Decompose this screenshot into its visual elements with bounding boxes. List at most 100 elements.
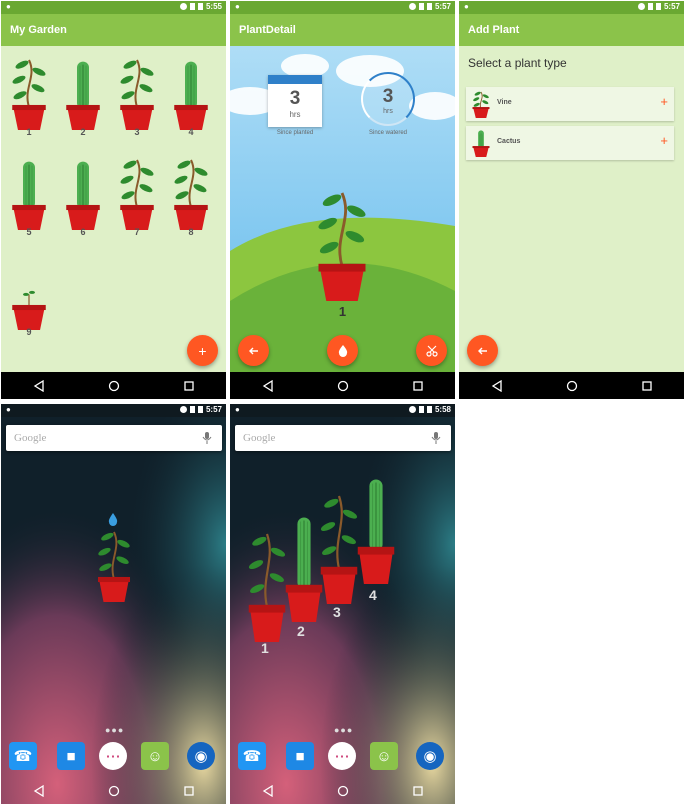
mic-icon[interactable] bbox=[431, 432, 441, 444]
dock: ☎ ■ ⋯ ☺ ◉ bbox=[1, 739, 226, 779]
garden-plant-9[interactable]: 9 bbox=[2, 258, 56, 342]
signal-icon bbox=[189, 3, 195, 10]
back-button[interactable] bbox=[238, 335, 269, 366]
garden-plant-4[interactable]: 4 bbox=[164, 58, 218, 142]
android-icon: ● bbox=[235, 405, 240, 414]
battery-icon bbox=[197, 406, 203, 413]
plant-number: 4 bbox=[188, 127, 194, 137]
android-icon: ● bbox=[464, 2, 469, 11]
google-search-bar[interactable]: Google bbox=[235, 425, 451, 451]
back-icon[interactable] bbox=[31, 378, 47, 394]
app-drawer-icon[interactable]: ⋯ bbox=[328, 742, 356, 770]
phone-icon[interactable]: ☎ bbox=[9, 742, 37, 770]
dnd-icon bbox=[408, 406, 416, 413]
recents-icon[interactable] bbox=[181, 783, 197, 799]
watered-label: Since watered bbox=[368, 130, 408, 136]
status-bar: ● 5:57 bbox=[459, 1, 684, 14]
google-logo: Google bbox=[243, 432, 276, 444]
android-icon: ● bbox=[6, 405, 11, 414]
calendar-header bbox=[268, 75, 322, 84]
plant-type-label: Vine bbox=[497, 99, 512, 106]
back-button[interactable] bbox=[467, 335, 498, 366]
page-indicator: ●●● bbox=[105, 725, 125, 735]
plant-number: 1 bbox=[338, 304, 347, 319]
select-heading: Select a plant type bbox=[468, 56, 567, 70]
arrow-left-icon bbox=[248, 347, 258, 354]
vine-icon bbox=[472, 91, 490, 118]
plant-type-cactus[interactable]: Cactus + bbox=[466, 126, 674, 160]
water-drop-icon bbox=[338, 344, 347, 357]
home-icon[interactable] bbox=[106, 378, 122, 394]
garden-plant-8[interactable]: 8 bbox=[164, 158, 218, 242]
cactus-plant-image bbox=[174, 61, 208, 130]
home-icon[interactable] bbox=[335, 378, 351, 394]
garden-plant-6[interactable]: 6 bbox=[56, 158, 110, 242]
app-title: PlantDetail bbox=[230, 14, 455, 46]
messaging-icon[interactable]: ☺ bbox=[141, 742, 169, 770]
status-bar: ● 5:57 bbox=[230, 1, 455, 14]
recents-icon[interactable] bbox=[181, 378, 197, 394]
vine-plant-image bbox=[120, 159, 154, 230]
signal-icon bbox=[418, 406, 424, 413]
plant-detail-screen: ● 5:57 PlantDetail 3 hrs Since planted 3… bbox=[230, 1, 455, 399]
garden-screen: ● 5:55 My Garden 1 2 3 4 5 6 7 8 9 + bbox=[1, 1, 226, 399]
contacts-icon[interactable]: ■ bbox=[286, 742, 314, 770]
cactus-plant-image bbox=[66, 61, 100, 130]
plant-number: 7 bbox=[134, 227, 140, 237]
plant-widget[interactable] bbox=[94, 530, 134, 602]
recents-icon[interactable] bbox=[639, 378, 655, 394]
back-icon[interactable] bbox=[31, 783, 47, 799]
back-icon[interactable] bbox=[260, 783, 276, 799]
android-icon: ● bbox=[235, 2, 240, 11]
home-icon[interactable] bbox=[564, 378, 580, 394]
app-title: Add Plant bbox=[459, 14, 684, 46]
garden-plant-5[interactable]: 5 bbox=[2, 158, 56, 242]
google-search-bar[interactable]: Google bbox=[6, 425, 222, 451]
add-cactus-icon[interactable]: + bbox=[660, 133, 668, 148]
messaging-icon[interactable]: ☺ bbox=[370, 742, 398, 770]
add-plant-button[interactable]: + bbox=[187, 335, 218, 366]
dnd-icon bbox=[179, 3, 187, 10]
recents-icon[interactable] bbox=[410, 378, 426, 394]
recents-icon[interactable] bbox=[410, 783, 426, 799]
browser-icon[interactable]: ◉ bbox=[416, 742, 444, 770]
phone-icon[interactable]: ☎ bbox=[238, 742, 266, 770]
garden-plant-1[interactable]: 1 bbox=[2, 58, 56, 142]
back-icon[interactable] bbox=[260, 378, 276, 394]
garden-plant-7[interactable]: 7 bbox=[110, 158, 164, 242]
water-button[interactable] bbox=[327, 335, 358, 366]
harvest-button[interactable] bbox=[416, 335, 447, 366]
status-time: 5:58 bbox=[434, 405, 451, 414]
plant-type-label: Cactus bbox=[497, 138, 521, 145]
mic-icon[interactable] bbox=[202, 432, 212, 444]
home-icon[interactable] bbox=[106, 783, 122, 799]
widget-label-3: 3 bbox=[333, 604, 341, 620]
plant-number: 2 bbox=[80, 127, 86, 137]
plant-number: 1 bbox=[26, 127, 32, 137]
android-icon: ● bbox=[6, 2, 11, 11]
browser-icon[interactable]: ◉ bbox=[187, 742, 215, 770]
battery-icon bbox=[655, 3, 661, 10]
dnd-icon bbox=[637, 3, 645, 10]
garden-plant-2[interactable]: 2 bbox=[56, 58, 110, 142]
home-icon[interactable] bbox=[335, 783, 351, 799]
plant-widget-4[interactable] bbox=[353, 474, 399, 584]
garden-plant-3[interactable]: 3 bbox=[110, 58, 164, 142]
page-indicator: ●●● bbox=[334, 725, 354, 735]
cactus-plant-image bbox=[66, 161, 100, 230]
battery-icon bbox=[426, 406, 432, 413]
cactus-icon bbox=[472, 130, 490, 157]
vine-plant-image bbox=[12, 59, 46, 130]
back-icon[interactable] bbox=[489, 378, 505, 394]
app-drawer-icon[interactable]: ⋯ bbox=[99, 742, 127, 770]
planted-value: 3 bbox=[289, 88, 301, 109]
plant-type-vine[interactable]: Vine + bbox=[466, 87, 674, 121]
contacts-icon[interactable]: ■ bbox=[57, 742, 85, 770]
planted-label: Since planted bbox=[276, 130, 314, 136]
widget-label-2: 2 bbox=[297, 623, 305, 639]
add-vine-icon[interactable]: + bbox=[660, 94, 668, 109]
nav-bar bbox=[230, 372, 455, 399]
signal-icon bbox=[189, 406, 195, 413]
status-time: 5:57 bbox=[205, 405, 222, 414]
app-title: My Garden bbox=[1, 14, 226, 46]
